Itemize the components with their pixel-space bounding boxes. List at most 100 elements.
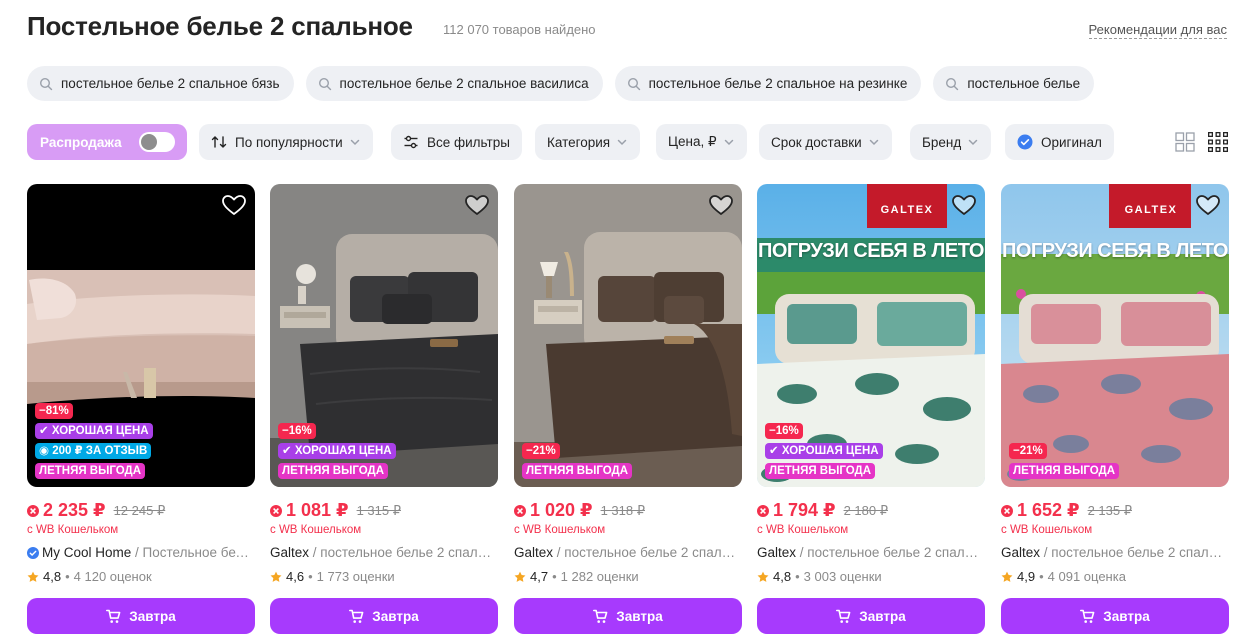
search-icon: [318, 77, 331, 90]
favorite-heart-icon[interactable]: [708, 192, 734, 218]
product-image[interactable]: GALTEX ПОГРУЗИ СЕБЯ В ЛЕТО −21% ЛЕТНЯЯ В…: [1001, 184, 1229, 487]
add-to-cart-button[interactable]: Завтра: [270, 598, 498, 634]
rating-value: 4,7: [530, 569, 549, 584]
rating-row: 4,7 • 1 282 оценки: [514, 569, 639, 584]
search-suggestions: постельное белье 2 спальное бязь постель…: [27, 66, 1095, 101]
brand-row[interactable]: Galtex / постельное белье 2 спальное: [514, 545, 742, 560]
reviews-count: 3 003 оценки: [803, 569, 882, 584]
brand-row[interactable]: My Cool Home / Постельное белье 2 спальн…: [27, 545, 255, 560]
product-image[interactable]: −81% ✔ ХОРОШАЯ ЦЕНА ◉ 200 ₽ ЗА ОТЗЫВ ЛЕТ…: [27, 184, 255, 487]
discount-badge: −21%: [1009, 443, 1047, 459]
price-row: 1 794 ₽ 2 180 ₽: [757, 500, 888, 521]
sort-dropdown[interactable]: По популярности: [199, 124, 373, 160]
suggestion-chip[interactable]: постельное белье: [933, 66, 1095, 101]
wb-wallet-icon: [1001, 504, 1013, 517]
price-row: 1 652 ₽ 2 135 ₽: [1001, 500, 1132, 521]
suggestion-chip-label: постельное белье: [967, 76, 1081, 91]
brand-row[interactable]: Galtex / постельное белье 2 спальное: [270, 545, 498, 560]
grid-small-view-icon[interactable]: [1207, 131, 1229, 153]
star-icon: [514, 571, 526, 582]
old-price: 1 315 ₽: [356, 502, 401, 518]
suggestion-chip[interactable]: постельное белье 2 спальное василиса: [305, 66, 603, 101]
found-count: 112 070 товаров найдено: [443, 22, 596, 37]
product-image[interactable]: −21% ЛЕТНЯЯ ВЫГОДА: [514, 184, 742, 487]
wb-wallet-icon: [270, 504, 282, 517]
old-price: 2 180 ₽: [843, 502, 888, 518]
all-filters-button[interactable]: Все фильтры: [391, 124, 522, 160]
chevron-down-icon: [617, 139, 627, 146]
add-to-cart-button[interactable]: Завтра: [757, 598, 985, 634]
favorite-heart-icon[interactable]: [1195, 192, 1221, 218]
original-filter[interactable]: Оригинал: [1005, 124, 1114, 160]
rating-value: 4,8: [43, 569, 62, 584]
rating-row: 4,6 • 1 773 оценки: [270, 569, 395, 584]
product-card[interactable]: GALTEX ПОГРУЗИ СЕБЯ В ЛЕТО −16% ✔ ХОРОША…: [757, 184, 985, 636]
sale-toggle[interactable]: Распродажа: [27, 124, 187, 160]
bedroom-photo: [514, 184, 742, 487]
wallet-note: с WB Кошельком: [27, 524, 119, 536]
reviews-count: 4 091 оценка: [1047, 569, 1126, 584]
reviews-count: 1 282 оценки: [560, 569, 639, 584]
brand-row[interactable]: Galtex / постельное белье 2 спальное: [1001, 545, 1229, 560]
product-badges: −21% ЛЕТНЯЯ ВЫГОДА: [522, 443, 633, 479]
grid-large-view-icon[interactable]: [1174, 131, 1196, 153]
sale-switch[interactable]: [139, 132, 175, 152]
old-price: 1 318 ₽: [600, 502, 645, 518]
promo-logo: GALTEX: [1124, 204, 1178, 216]
suggestion-chip-label: постельное белье 2 спальное на резинке: [648, 76, 908, 91]
category-filter[interactable]: Категория: [535, 124, 641, 160]
review-bonus-badge: ◉ 200 ₽ ЗА ОТЗЫВ: [35, 443, 152, 459]
star-icon: [27, 571, 39, 582]
add-to-cart-button[interactable]: Завтра: [514, 598, 742, 634]
product-card[interactable]: −21% ЛЕТНЯЯ ВЫГОДА 1 020 ₽ 1 318 ₽ с WB …: [514, 184, 742, 636]
suggestion-chip[interactable]: постельное белье 2 спальное на резинке: [614, 66, 922, 101]
summer-deal-badge: ЛЕТНЯЯ ВЫГОДА: [278, 463, 389, 479]
delivery-filter[interactable]: Срок доставки: [759, 124, 892, 160]
promo-logo: GALTEX: [880, 204, 934, 216]
add-to-cart-label: Завтра: [616, 608, 663, 624]
filters-icon: [404, 135, 418, 149]
add-to-cart-button[interactable]: Завтра: [1001, 598, 1229, 634]
rating-dot: •: [552, 569, 557, 584]
page-header: Постельное белье 2 спальное 112 070 това…: [27, 8, 1227, 44]
verified-badge-icon: [1017, 134, 1033, 150]
good-price-badge: ✔ ХОРОШАЯ ЦЕНА: [278, 443, 396, 459]
product-image[interactable]: GALTEX ПОГРУЗИ СЕБЯ В ЛЕТО −16% ✔ ХОРОША…: [757, 184, 985, 487]
promo-bedding-photo: [1001, 184, 1229, 487]
favorite-heart-icon[interactable]: [221, 192, 247, 218]
price-row: 1 081 ₽ 1 315 ₽: [270, 500, 401, 521]
rating-value: 4,8: [773, 569, 792, 584]
good-price-badge: ✔ ХОРОШАЯ ЦЕНА: [765, 443, 883, 459]
wallet-note: с WB Кошельком: [757, 524, 849, 536]
suggestion-chip-label: постельное белье 2 спальное бязь: [61, 76, 280, 91]
product-card[interactable]: −81% ✔ ХОРОШАЯ ЦЕНА ◉ 200 ₽ ЗА ОТЗЫВ ЛЕТ…: [27, 184, 255, 636]
discount-badge: −16%: [765, 423, 803, 439]
product-name: постельное белье 2 спальное: [1051, 545, 1229, 560]
add-to-cart-button[interactable]: Завтра: [27, 598, 255, 634]
old-price: 2 135 ₽: [1087, 502, 1132, 518]
sale-toggle-label: Распродажа: [40, 134, 122, 150]
suggestion-chip[interactable]: постельное белье 2 спальное бязь: [27, 66, 294, 101]
product-card[interactable]: −16% ✔ ХОРОШАЯ ЦЕНА ЛЕТНЯЯ ВЫГОДА 1 081 …: [270, 184, 498, 636]
chevron-down-icon: [724, 139, 733, 146]
old-price: 12 245 ₽: [113, 502, 166, 518]
price-filter[interactable]: Цена, ₽: [656, 124, 747, 160]
cart-icon: [836, 609, 851, 623]
brand-filter[interactable]: Бренд: [910, 124, 992, 160]
product-badges: −16% ✔ ХОРОШАЯ ЦЕНА ЛЕТНЯЯ ВЫГОДА: [278, 423, 396, 479]
product-card[interactable]: GALTEX ПОГРУЗИ СЕБЯ В ЛЕТО −21% ЛЕТНЯЯ В…: [1001, 184, 1229, 636]
add-to-cart-label: Завтра: [129, 608, 176, 624]
wallet-note: с WB Кошельком: [1001, 524, 1093, 536]
delivery-label: Срок доставки: [771, 134, 862, 150]
brand-row[interactable]: Galtex / постельное белье 2 спальное: [757, 545, 985, 560]
favorite-heart-icon[interactable]: [951, 192, 977, 218]
rating-dot: •: [308, 569, 313, 584]
chevron-down-icon: [869, 139, 878, 146]
recommendations-link[interactable]: Рекомендации для вас: [1088, 22, 1227, 39]
current-price: 1 794 ₽: [773, 500, 836, 520]
product-image[interactable]: −16% ✔ ХОРОШАЯ ЦЕНА ЛЕТНЯЯ ВЫГОДА: [270, 184, 498, 487]
rating-row: 4,8 • 3 003 оценки: [757, 569, 882, 584]
favorite-heart-icon[interactable]: [464, 192, 490, 218]
all-filters-label: Все фильтры: [427, 134, 510, 150]
price-row: 1 020 ₽ 1 318 ₽: [514, 500, 645, 521]
